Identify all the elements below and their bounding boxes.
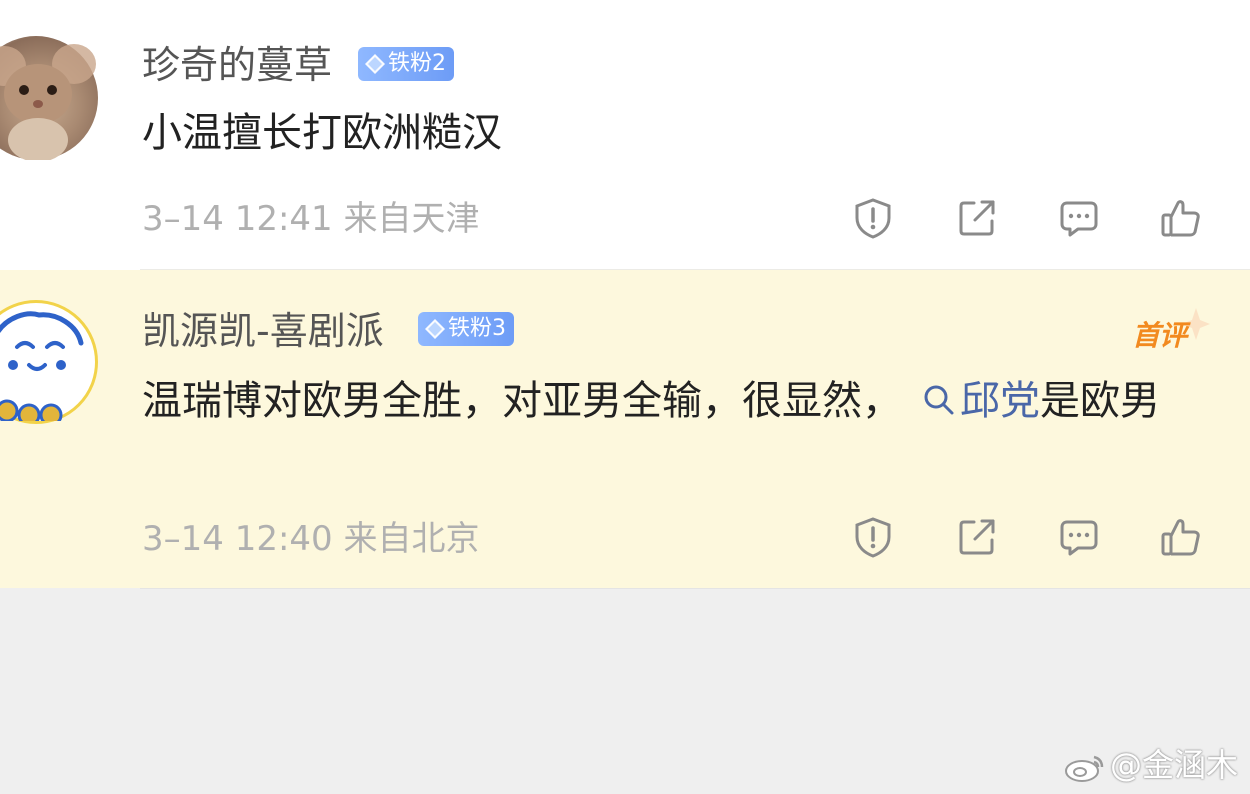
report-icon[interactable]	[852, 516, 894, 558]
diamond-icon	[425, 319, 445, 339]
comment-meta: 3–14 12:40 来自北京	[142, 519, 480, 559]
watermark: @金涵木	[1064, 740, 1238, 786]
share-icon[interactable]	[956, 197, 998, 239]
diamond-icon	[365, 54, 385, 74]
comment-list: 珍奇的蔓草 铁粉2 小温擅长打欧洲糙汉 3–14 12:41 来自天津 凯源凯-…	[0, 0, 1250, 794]
comment-meta: 3–14 12:41 来自天津	[142, 199, 480, 239]
reply-icon[interactable]	[1058, 197, 1100, 239]
comment-item: 凯源凯-喜剧派 铁粉3 首评 温瑞博对欧男全胜，对亚男全输，很显然， 邱党是欧男 …	[0, 270, 1250, 588]
search-link[interactable]: 邱党	[902, 378, 1040, 424]
share-icon[interactable]	[956, 516, 998, 558]
weibo-logo-icon	[1064, 755, 1104, 782]
comment-text: 小温擅长打欧洲糙汉	[142, 110, 502, 156]
comment-item: 珍奇的蔓草 铁粉2 小温擅长打欧洲糙汉 3–14 12:41 来自天津	[0, 0, 1250, 270]
avatar[interactable]	[0, 36, 98, 160]
fan-badge[interactable]: 铁粉3	[418, 312, 514, 346]
like-icon[interactable]	[1160, 197, 1202, 239]
comment-text: 温瑞博对欧男全胜，对亚男全输，很显然， 邱党是欧男	[142, 378, 1160, 424]
reply-icon[interactable]	[1058, 516, 1100, 558]
fan-badge-label: 铁粉2	[388, 51, 446, 76]
username[interactable]: 珍奇的蔓草	[142, 46, 332, 84]
report-icon[interactable]	[852, 197, 894, 239]
username[interactable]: 凯源凯-喜剧派	[142, 312, 384, 350]
divider	[140, 588, 1250, 589]
fan-badge[interactable]: 铁粉2	[358, 47, 454, 81]
fan-badge-label: 铁粉3	[448, 316, 506, 341]
search-icon	[924, 385, 954, 415]
like-icon[interactable]	[1160, 516, 1202, 558]
first-comment-tag: 首评	[1130, 308, 1210, 352]
avatar[interactable]	[0, 300, 98, 424]
